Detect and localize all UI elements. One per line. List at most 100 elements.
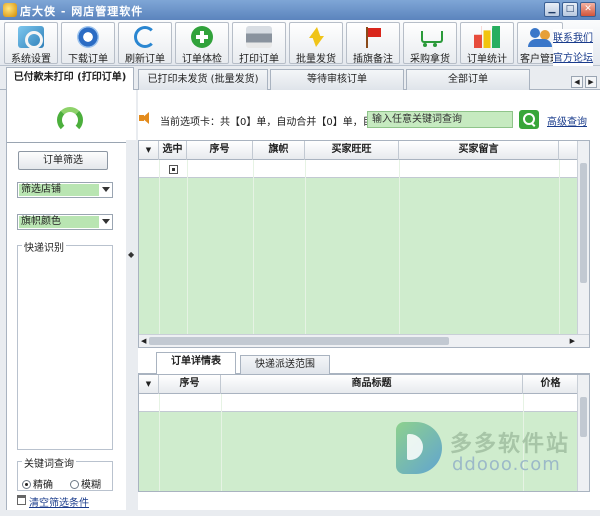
- button-label: 订单统计: [467, 54, 507, 65]
- filter-sidebar: 订单筛选 筛选店铺 旗帜颜色 快递识别 关键词查询 精确 模糊 清空筛选条件: [6, 90, 137, 510]
- col-buyer-message[interactable]: 买家留言: [399, 141, 559, 160]
- detail-grid-header: ▼ 序号 商品标题 价格: [139, 375, 589, 394]
- refresh-icon[interactable]: [57, 107, 83, 133]
- search-button[interactable]: [519, 110, 539, 129]
- purchase-button[interactable]: 采购拿货: [403, 22, 457, 65]
- watermark: 多多软件站 ddooo.com: [396, 418, 592, 482]
- express-group-label: 快递识别: [22, 239, 66, 254]
- keyword-group: 关键词查询 精确 模糊: [17, 455, 113, 491]
- lightning-icon: [303, 26, 329, 48]
- col-product-title[interactable]: 商品标题: [221, 375, 523, 394]
- select-all-checkbox[interactable]: [169, 165, 178, 174]
- keyword-group-label: 关键词查询: [22, 455, 76, 470]
- col-index[interactable]: 序号: [159, 375, 221, 394]
- order-grid-hscroll[interactable]: ◀ ▶: [139, 334, 589, 347]
- order-grid-vscroll[interactable]: [577, 141, 589, 347]
- shop-select-value: 筛选店铺: [19, 184, 99, 196]
- col-price[interactable]: 价格: [523, 375, 579, 394]
- close-button[interactable]: ✕: [580, 2, 596, 17]
- button-label: 下载订单: [68, 54, 108, 65]
- radio-fuzzy[interactable]: 模糊: [70, 476, 101, 491]
- users-icon: [527, 26, 553, 48]
- tab-all-orders[interactable]: 全部订单: [406, 69, 530, 90]
- scroll-left-icon[interactable]: ◀: [141, 335, 146, 347]
- contact-us-link[interactable]: 联系我们: [553, 29, 593, 49]
- batch-ship-button[interactable]: 批量发货: [289, 22, 343, 65]
- col-buyer-id[interactable]: 买家旺旺: [305, 141, 399, 160]
- button-label: 刷新订单: [125, 54, 165, 65]
- detail-filter-row: [139, 394, 589, 412]
- col-flag[interactable]: 旗帜: [253, 141, 305, 160]
- grid-line: [187, 160, 188, 347]
- flag-note-button[interactable]: 插旗备注: [346, 22, 400, 65]
- radio-dot: [22, 480, 31, 489]
- refresh-orders-button[interactable]: 刷新订单: [118, 22, 172, 65]
- download-orders-button[interactable]: 下载订单: [61, 22, 115, 65]
- advanced-search-link[interactable]: 高级查询: [547, 113, 587, 128]
- order-check-button[interactable]: 订单体检: [175, 22, 229, 65]
- order-tabs: 已付款未打印 (打印订单) 已打印未发货 (批量发货) 等待审核订单 全部订单 …: [0, 66, 600, 91]
- tab-unprinted[interactable]: 已付款未打印 (打印订单): [6, 67, 134, 91]
- shop-select[interactable]: 筛选店铺: [17, 182, 113, 198]
- button-label: 订单体检: [182, 54, 222, 65]
- flag-color-select[interactable]: 旗帜颜色: [17, 214, 113, 230]
- maximize-button[interactable]: □: [562, 2, 578, 17]
- scroll-right-icon[interactable]: ▶: [570, 335, 575, 347]
- toolbar: 系统设置 下载订单 刷新订单 订单体检 打印订单 批量发货 插旗备注 采购拿货 …: [0, 20, 600, 66]
- order-grid: ▼ 选中 序号 旗帜 买家旺旺 买家留言 ◀ ▶: [138, 140, 590, 348]
- order-stats-button[interactable]: 订单统计: [460, 22, 514, 65]
- order-filter-button[interactable]: 订单筛选: [18, 151, 108, 170]
- speaker-icon: [139, 112, 153, 124]
- bar-chart-icon: [474, 26, 500, 48]
- printer-icon: [246, 26, 272, 48]
- button-label: 插旗备注: [353, 54, 393, 65]
- chevron-down-icon: [102, 219, 110, 224]
- refresh-icon: [134, 26, 156, 48]
- scroll-thumb[interactable]: [580, 163, 587, 283]
- contact-links: 联系我们 官方论坛: [553, 29, 593, 69]
- row-indicator-header: ▼: [139, 141, 159, 160]
- tab-prev-button[interactable]: ◀: [571, 76, 583, 88]
- clear-filter-link[interactable]: 清空筛选条件: [29, 494, 89, 509]
- panel-splitter[interactable]: ◆: [126, 140, 138, 512]
- tab-pending-review[interactable]: 等待审核订单: [270, 69, 404, 90]
- grid-line: [305, 160, 306, 347]
- radio-fuzzy-label: 模糊: [81, 480, 101, 491]
- collapse-arrow-icon[interactable]: ◆: [128, 250, 134, 259]
- system-settings-button[interactable]: 系统设置: [4, 22, 58, 65]
- watermark-logo-icon: [396, 422, 442, 474]
- grid-line: [159, 160, 160, 347]
- flag-icon: [360, 26, 386, 48]
- minimize-button[interactable]: ▁: [544, 2, 560, 17]
- flag-color-value: 旗帜颜色: [19, 216, 99, 228]
- col-index[interactable]: 序号: [187, 141, 253, 160]
- detail-tabs: 订单详情表 快递派送范围: [138, 352, 590, 375]
- radio-exact[interactable]: 精确: [22, 476, 53, 491]
- grid-line: [559, 160, 560, 347]
- scroll-thumb[interactable]: [149, 337, 449, 345]
- grid-line: [253, 160, 254, 347]
- tab-delivery-range[interactable]: 快递派送范围: [240, 355, 330, 374]
- tab-order-details[interactable]: 订单详情表: [156, 352, 236, 375]
- filter-row: [139, 160, 589, 178]
- settings-icon: [18, 26, 44, 49]
- status-text: 当前选项卡：共【0】单，自动合并【0】单，目前: [160, 117, 383, 128]
- col-select[interactable]: 选中: [159, 141, 187, 160]
- window-title: 店大侠 - 网店管理软件: [20, 5, 144, 18]
- tab-next-button[interactable]: ▶: [585, 76, 597, 88]
- chevron-down-icon: [102, 187, 110, 192]
- app-logo-icon: [3, 3, 17, 17]
- button-label: 采购拿货: [410, 54, 450, 65]
- title-bar: 店大侠 - 网店管理软件 ▁ □ ✕: [0, 0, 600, 20]
- radio-dot: [70, 480, 79, 489]
- search-input[interactable]: 输入任意关键词查询: [367, 111, 513, 128]
- button-label: 打印订单: [239, 54, 279, 65]
- print-orders-button[interactable]: 打印订单: [232, 22, 286, 65]
- check-icon: [191, 26, 213, 48]
- grid-line: [159, 394, 160, 491]
- download-icon: [77, 26, 99, 48]
- watermark-url: ddooo.com: [452, 454, 561, 475]
- button-label: 系统设置: [11, 54, 51, 65]
- grid-line: [399, 160, 400, 347]
- tab-printed-unshipped[interactable]: 已打印未发货 (批量发货): [138, 69, 268, 90]
